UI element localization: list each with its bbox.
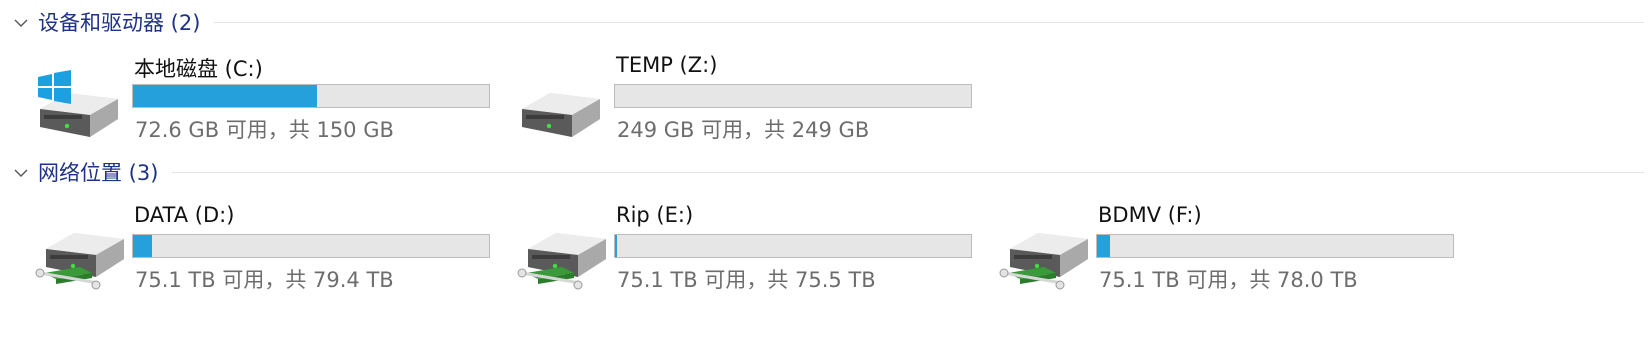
drive-usage-bar [614,84,972,108]
network-drive-icon [999,233,1088,290]
drive-space-info: 72.6 GB 可用，共 150 GB [135,118,394,142]
drive-usage-bar [614,234,972,258]
drive-usage-fill [133,235,153,257]
group-divider [172,171,1644,173]
drive-item-e[interactable]: Rip (E:) 75.1 TB 可用，共 75.5 TB [516,203,972,299]
windows-system-drive-icon [38,70,118,137]
network-drive-icon [517,233,606,290]
drive-name: TEMP (Z:) [616,53,718,77]
drive-item-c[interactable]: 本地磁盘 (C:) 72.6 GB 可用，共 150 GB [34,53,490,149]
drive-item-z[interactable]: TEMP (Z:) 249 GB 可用，共 249 GB [516,53,972,149]
group-title: 设备和驱动器 (2) [38,11,201,35]
chevron-down-icon[interactable] [12,14,30,32]
drive-usage-fill [1097,235,1111,257]
group-divider [214,21,1644,23]
drive-space-info: 75.1 TB 可用，共 79.4 TB [135,268,394,292]
group-header-network[interactable]: 网络位置 (3) [12,157,1644,187]
drive-name: 本地磁盘 (C:) [134,57,263,81]
network-drive-icon [35,233,124,290]
drive-item-d[interactable]: DATA (D:) 75.1 TB 可用，共 79.4 TB [34,203,490,299]
drive-item-f[interactable]: BDMV (F:) 75.1 TB 可用，共 78.0 TB [998,203,1454,299]
drive-space-info: 75.1 TB 可用，共 78.0 TB [1099,268,1358,292]
drive-space-info: 249 GB 可用，共 249 GB [617,118,870,142]
hard-drive-icon [522,93,600,137]
drive-name: DATA (D:) [134,203,235,227]
drive-name: Rip (E:) [616,203,694,227]
group-header-devices[interactable]: 设备和驱动器 (2) [12,7,1644,37]
drive-name: BDMV (F:) [1098,203,1202,227]
drive-space-info: 75.1 TB 可用，共 75.5 TB [617,268,876,292]
drive-usage-bar [132,84,490,108]
drive-usage-fill [615,235,617,257]
drive-usage-bar [132,234,490,258]
group-title: 网络位置 (3) [38,161,159,185]
drive-usage-fill [133,85,317,107]
drive-usage-bar [1096,234,1454,258]
chevron-down-icon[interactable] [12,164,30,182]
